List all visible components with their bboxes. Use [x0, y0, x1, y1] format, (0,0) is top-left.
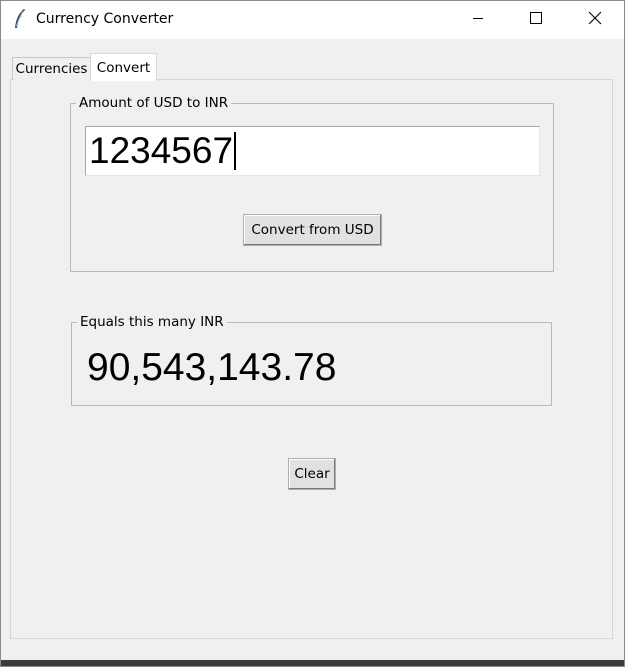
amount-input-value: 1234567 [89, 130, 234, 171]
desktop-strip [0, 660, 625, 667]
close-button[interactable] [566, 0, 624, 39]
tab-currencies-label: Currencies [15, 61, 88, 77]
clear-button[interactable]: Clear [288, 458, 336, 490]
app-window: Currency Converter Currencies Convert Am… [0, 0, 625, 667]
window-title: Currency Converter [36, 11, 174, 27]
result-value: 90,543,143.78 [87, 346, 337, 389]
amount-input[interactable]: 1234567 [85, 126, 540, 176]
title-bar[interactable]: Currency Converter [0, 0, 625, 39]
feather-icon [12, 8, 28, 30]
convert-button-label: Convert from USD [251, 222, 374, 238]
maximize-button[interactable] [507, 0, 565, 39]
tab-convert-label: Convert [96, 59, 151, 76]
result-frame-label: Equals this many INR [77, 314, 227, 330]
maximize-icon [530, 11, 542, 28]
minimize-icon [472, 12, 484, 28]
convert-button[interactable]: Convert from USD [243, 214, 382, 246]
clear-button-label: Clear [294, 466, 330, 482]
text-caret [234, 132, 237, 170]
minimize-button[interactable] [449, 0, 507, 39]
close-icon [588, 11, 602, 29]
tab-convert[interactable]: Convert [90, 53, 157, 81]
tab-currencies[interactable]: Currencies [12, 57, 91, 80]
amount-frame-label: Amount of USD to INR [76, 95, 232, 111]
